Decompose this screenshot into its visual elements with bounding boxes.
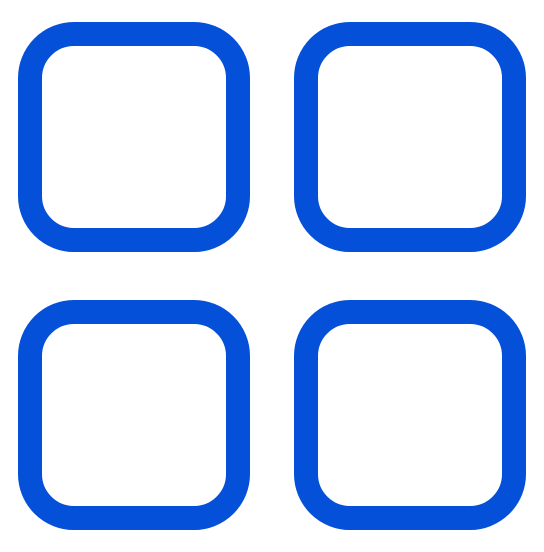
grid-tile-bottom-right (294, 300, 526, 530)
grid-tile-bottom-left (18, 300, 250, 530)
grid-tile-top-left (18, 22, 250, 252)
app-grid-icon-container (0, 0, 544, 552)
grid-icon (18, 22, 526, 530)
grid-tile-top-right (294, 22, 526, 252)
